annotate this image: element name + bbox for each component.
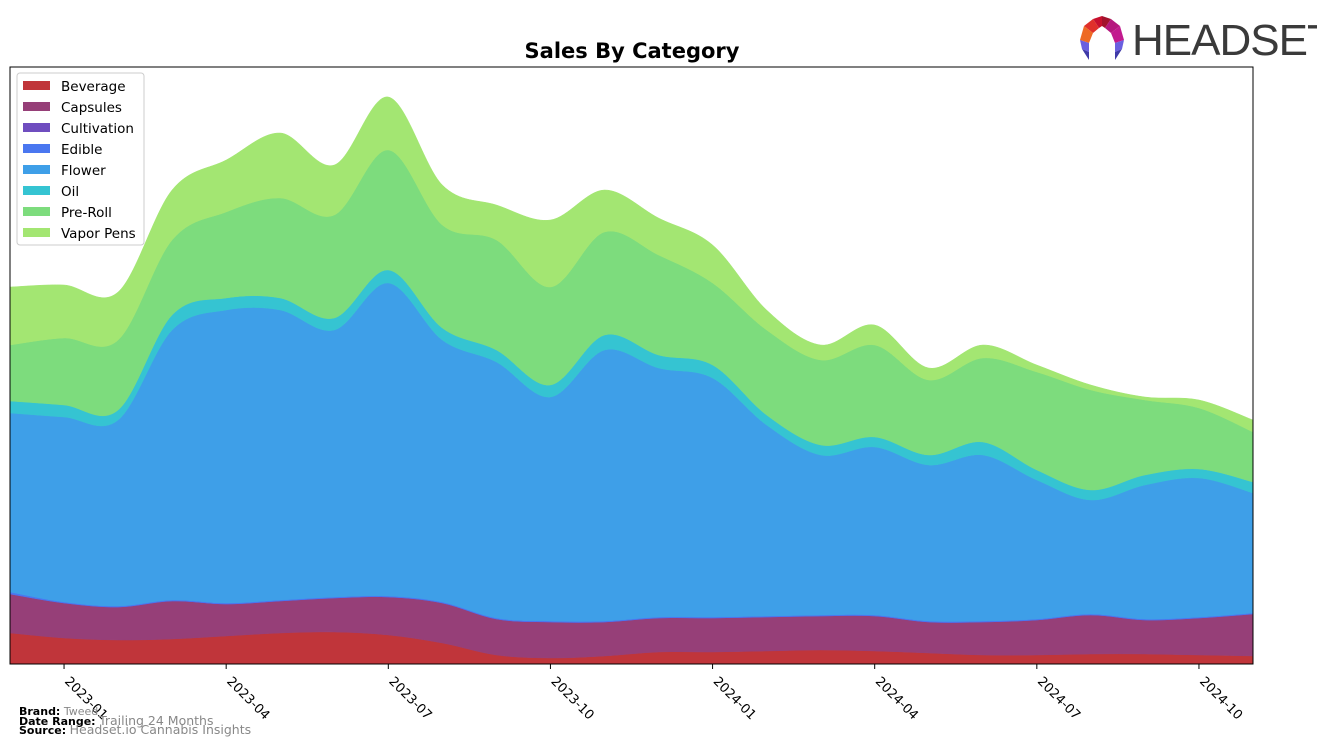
x-tick-label: 2024-04 [872,674,921,723]
legend-swatch-beverage [23,81,50,90]
legend-label-cultivation: Cultivation [61,121,134,137]
legend-label-oil: Oil [61,184,79,200]
area-layers [9,96,1254,665]
legend-label-vapor-pens: Vapor Pens [61,226,136,242]
legend-label-edible: Edible [61,142,102,158]
x-tick-label: 2023-04 [223,674,272,723]
x-tick-label: 2024-01 [710,674,759,723]
x-tick-label: 2023-07 [385,674,434,723]
legend: Beverage Capsules Cultivation Edible Flower O… [16,72,145,246]
x-tick-label: 2023-10 [548,674,597,723]
headset-logo-icon [1080,16,1124,60]
sales-by-category-chart: Sales By Category 2023-01 2023-04 2023-07 2… [9,16,1317,723]
legend-swatch-edible [23,144,50,153]
footer-source-value: Headset.io Cannabis Insights [69,722,252,737]
legend-label-beverage: Beverage [61,79,126,95]
legend-label-flower: Flower [61,163,106,179]
legend-swatch-flower [23,165,50,174]
chart-title: Sales By Category [525,39,740,63]
legend-swatch-cultivation [23,123,50,132]
legend-swatch-vapor-pens [23,228,50,237]
footer-source: Source: Headset.io Cannabis Insights [19,722,252,737]
headset-logo: HEADSET [1080,16,1317,65]
x-tick-label: 2024-10 [1196,674,1245,723]
x-tick-label: 2024-07 [1034,674,1083,723]
footer-source-label: Source: [19,724,67,737]
legend-swatch-capsules [23,102,50,111]
legend-swatch-oil [23,186,50,195]
x-axis: 2023-01 2023-04 2023-07 2023-10 2024-01 2024-… [61,664,1245,723]
headset-logo-text: HEADSET [1132,16,1317,65]
legend-label-capsules: Capsules [61,100,122,116]
legend-swatch-pre-roll [23,207,50,216]
legend-label-pre-roll: Pre-Roll [61,205,112,221]
